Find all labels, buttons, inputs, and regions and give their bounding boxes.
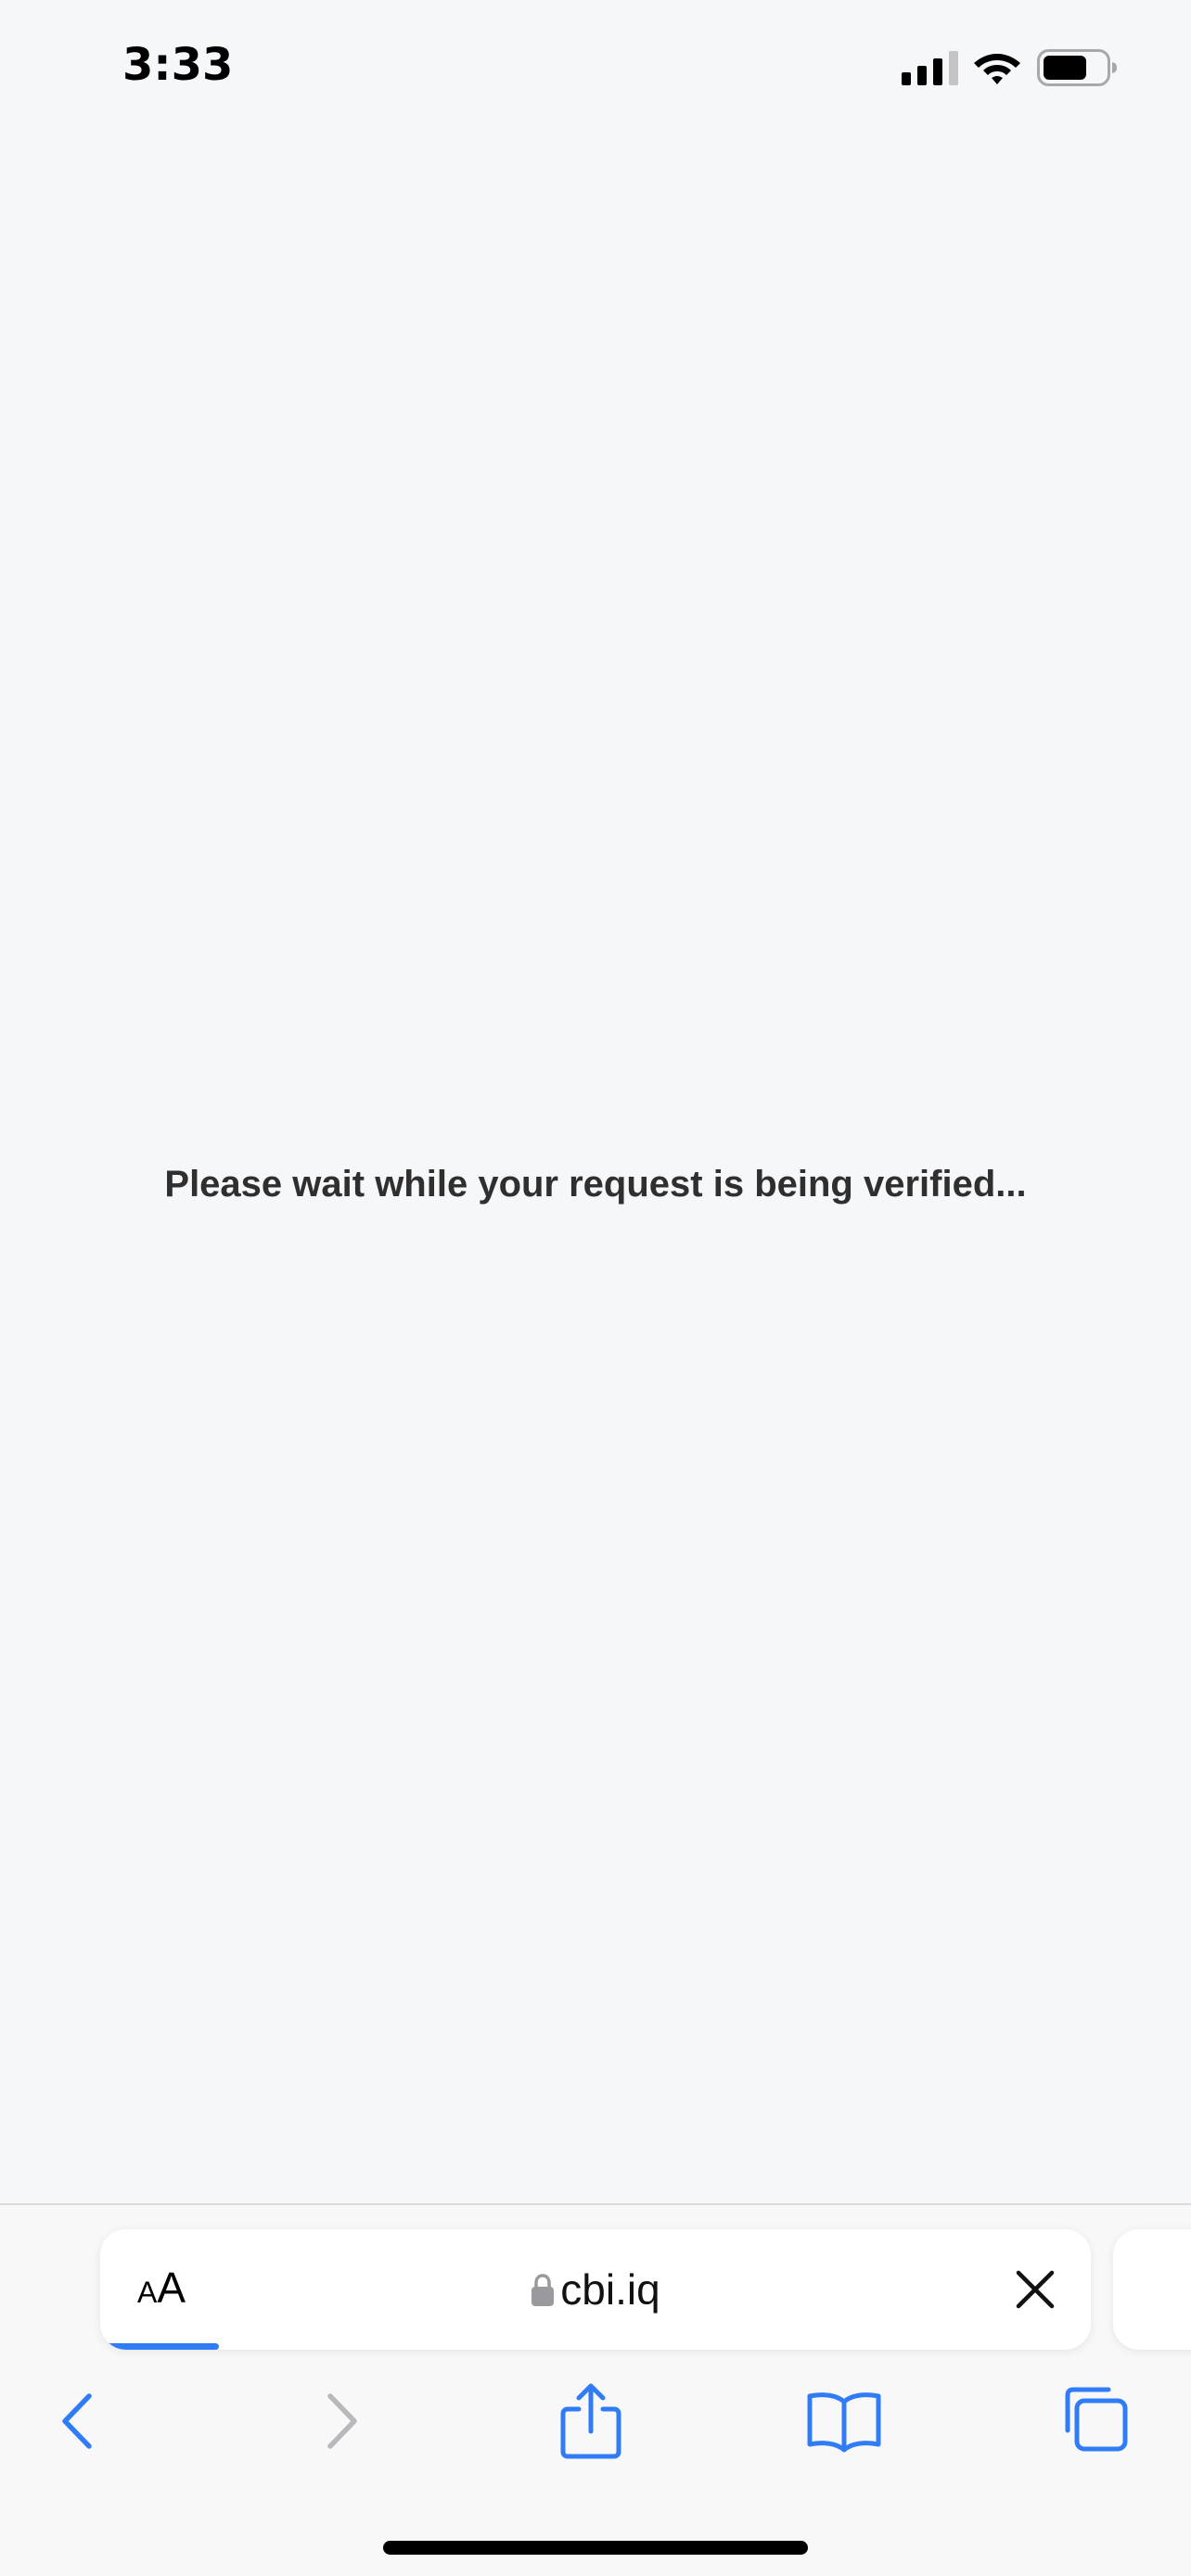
bookmarks-icon xyxy=(807,2392,881,2453)
signal-icon xyxy=(902,51,958,85)
close-icon[interactable] xyxy=(1007,2262,1063,2317)
web-page: Please wait while your request is being … xyxy=(0,130,1191,2203)
address-bar[interactable]: AA cbi.iq xyxy=(100,2229,1091,2350)
next-tab-preview[interactable] xyxy=(1113,2229,1191,2350)
verification-message: Please wait while your request is being … xyxy=(164,1164,1027,1205)
forward-button[interactable] xyxy=(299,2379,382,2463)
tabs-button[interactable] xyxy=(1054,2379,1137,2463)
wifi-icon xyxy=(974,54,1020,84)
back-button[interactable] xyxy=(37,2379,121,2463)
share-icon xyxy=(560,2383,621,2459)
back-icon xyxy=(62,2393,92,2449)
status-bar: 3:33 xyxy=(0,0,1191,130)
bookmarks-button[interactable] xyxy=(802,2379,886,2463)
reader-mode-button[interactable]: AA xyxy=(137,2263,211,2318)
url-field[interactable] xyxy=(286,2229,898,2350)
forward-icon xyxy=(327,2393,357,2449)
reader-small-letter: A xyxy=(137,2276,158,2309)
home-indicator[interactable] xyxy=(383,2541,808,2555)
status-time: 3:33 xyxy=(122,39,234,91)
page-load-progress xyxy=(100,2343,220,2350)
share-button[interactable] xyxy=(549,2379,633,2463)
tabs-icon xyxy=(1065,2387,1128,2452)
reader-large-letter: A xyxy=(157,2264,186,2312)
battery-icon xyxy=(1037,49,1117,86)
